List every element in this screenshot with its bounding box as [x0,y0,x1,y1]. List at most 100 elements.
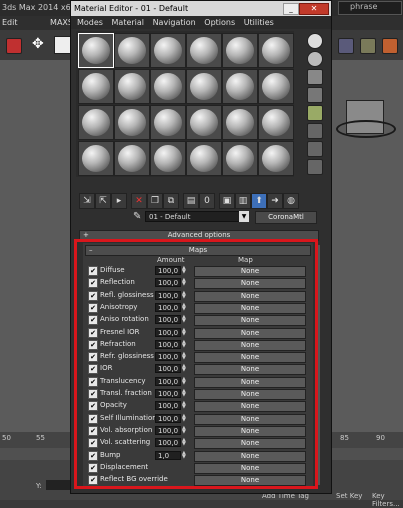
sample-slot[interactable] [114,69,150,104]
material-name-dropdown-icon[interactable]: ▼ [239,211,249,222]
sample-slot[interactable] [186,33,222,68]
show-shaded-icon[interactable]: ▣ [219,193,235,209]
material-name: 01 - Default [149,213,191,221]
sample-slot[interactable] [258,105,294,140]
sample-sphere [118,37,146,64]
sample-slot[interactable] [186,69,222,104]
select-by-material-icon[interactable] [307,159,323,175]
sample-slot[interactable] [150,105,186,140]
material-navigator-icon[interactable]: ◍ [283,193,299,209]
sample-sphere [154,73,182,100]
sample-sphere [262,37,290,64]
sample-sphere [190,109,218,136]
sample-sphere [226,145,254,172]
sample-sphere [82,37,110,64]
background-icon[interactable] [307,69,323,85]
options-icon[interactable] [307,141,323,157]
get-material-icon[interactable]: ⇲ [79,193,95,209]
make-copy-icon[interactable]: ❐ [147,193,163,209]
tick-85: 85 [340,434,349,442]
video-color-check-icon[interactable] [307,105,323,121]
go-to-parent-icon[interactable]: ⬆ [251,193,267,209]
sample-slot[interactable] [150,141,186,176]
side-toolbar [303,31,327,181]
highlight-box [74,239,318,489]
max-title: 3ds Max 2014 x64 [2,3,76,12]
advanced-options-label: Advanced options [167,231,231,239]
coord-y-label: Y: [36,482,42,490]
uv-tiling-icon[interactable] [307,87,323,103]
sample-sphere [82,73,110,100]
material-type: CoronaMtl [268,213,304,221]
material-id-channel-icon[interactable]: 0 [199,193,215,209]
sample-sphere [226,73,254,100]
sample-sphere [190,37,218,64]
key-filters-button[interactable]: Key Filters... [372,492,403,508]
sample-slot[interactable] [186,105,222,140]
show-end-result-icon[interactable]: ▥ [235,193,251,209]
render-icon[interactable] [382,38,398,54]
sample-sphere [118,109,146,136]
reset-map-icon[interactable]: ✕ [131,193,147,209]
menu-material[interactable]: Material [112,18,145,27]
tick-90: 90 [376,434,385,442]
material-name-field[interactable]: 01 - Default [145,211,249,222]
max-menu-edit[interactable]: Edit [2,18,18,27]
sample-slot[interactable] [222,69,258,104]
material-editor-menu-bar: Modes Material Navigation Options Utilit… [71,16,331,29]
sample-sphere [226,37,254,64]
sample-sphere [118,145,146,172]
sample-slot[interactable] [222,33,258,68]
menu-navigation[interactable]: Navigation [153,18,196,27]
sample-slot[interactable] [258,33,294,68]
close-button[interactable]: ✕ [299,3,329,15]
coord-y-field[interactable] [46,480,70,490]
sample-type-icon[interactable] [307,33,323,49]
sample-slot[interactable] [258,141,294,176]
sample-slot[interactable] [78,141,114,176]
sample-slot[interactable] [150,69,186,104]
sample-sphere [262,73,290,100]
pick-material-icon[interactable]: ✎ [133,211,141,222]
menu-options[interactable]: Options [204,18,235,27]
move-icon[interactable]: ✥ [32,36,44,52]
sample-slot[interactable] [114,141,150,176]
sample-sphere [190,145,218,172]
tick-55: 55 [36,434,45,442]
render-setup-icon[interactable] [338,38,354,54]
sample-slot[interactable] [186,141,222,176]
sample-slot[interactable] [258,69,294,104]
backlight-icon[interactable] [307,51,323,67]
sample-slot[interactable] [114,105,150,140]
go-forward-sibling-icon[interactable]: ➜ [267,193,283,209]
assign-to-selection-icon[interactable]: ▸ [111,193,127,209]
sample-slot[interactable] [222,105,258,140]
minimize-button[interactable]: _ [283,3,299,15]
sample-slot[interactable] [78,69,114,104]
sample-sphere [262,109,290,136]
sample-slot[interactable] [222,141,258,176]
sample-sphere [262,145,290,172]
menu-modes[interactable]: Modes [77,18,103,27]
viewport-gizmo-ring [336,120,396,138]
rendered-frame-icon[interactable] [360,38,376,54]
sample-sphere [154,145,182,172]
sample-slot[interactable] [78,33,114,68]
sample-sphere [226,109,254,136]
tick-50: 50 [2,434,11,442]
sample-slot[interactable] [78,105,114,140]
make-preview-icon[interactable] [307,123,323,139]
sample-sphere [154,37,182,64]
put-to-library-icon[interactable]: ▤ [183,193,199,209]
sample-sphere [154,109,182,136]
make-unique-icon[interactable]: ⧉ [163,193,179,209]
undo-icon[interactable] [6,38,22,54]
put-to-scene-icon[interactable]: ⇱ [95,193,111,209]
material-toolbar: ⇲ ⇱ ▸ ✕ ❐ ⧉ ▤ 0 ▣ ▥ ⬆ ➜ ◍ [79,193,319,209]
menu-utilities[interactable]: Utilities [244,18,274,27]
material-editor-title-bar: Material Editor - 01 - Default _ ✕ [71,1,331,16]
sample-slot[interactable] [114,33,150,68]
sample-slot[interactable] [150,33,186,68]
material-type-button[interactable]: CoronaMtl [255,211,317,224]
set-key-button[interactable]: Set Key [336,492,362,500]
